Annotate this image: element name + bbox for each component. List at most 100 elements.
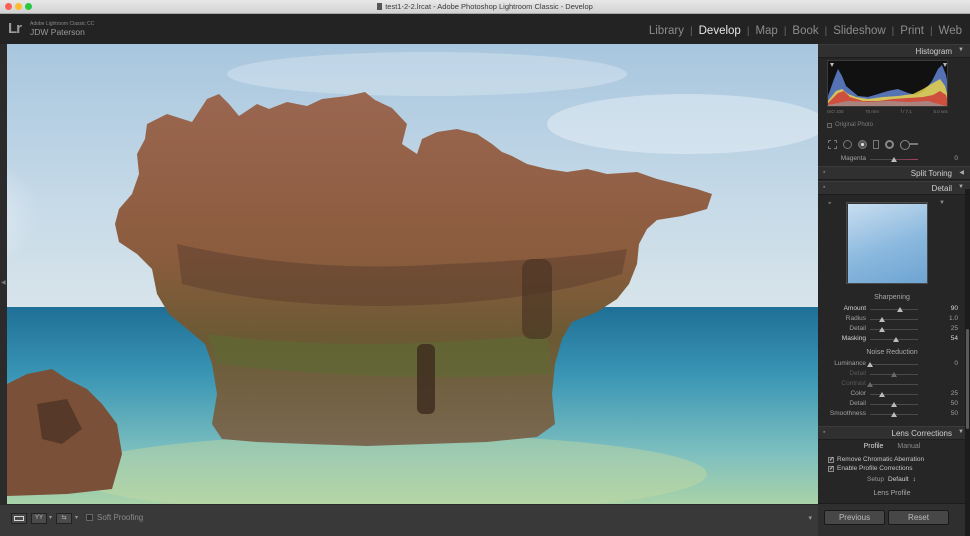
hsl-magenta-track[interactable] (870, 157, 918, 162)
sharpening-value[interactable]: 1.0 (949, 315, 958, 322)
adjustment-brush-tool-icon[interactable] (900, 140, 918, 150)
split-toning-title: Split Toning (910, 169, 952, 178)
reset-button[interactable]: Reset (888, 510, 949, 525)
sharpening-value[interactable]: 25 (951, 325, 958, 332)
collapse-triangle-icon: ▼ (958, 47, 964, 53)
detail-preview-frame[interactable] (846, 202, 928, 284)
right-panel-scrollbar[interactable] (965, 189, 970, 536)
sharpening-slider-track[interactable] (870, 337, 918, 342)
radial-filter-tool-icon[interactable] (885, 139, 894, 149)
histogram-graph[interactable] (827, 60, 948, 107)
module-bar: Lr Adobe Lightroom Classic CC JDW Paters… (0, 14, 970, 44)
sharpening-value[interactable]: 54 (951, 335, 958, 342)
noise_reduction-value[interactable]: 50 (951, 410, 958, 417)
remove-ca-checkbox[interactable]: ✓ (828, 456, 834, 463)
noise_reduction-slider-track[interactable] (870, 412, 918, 417)
detail-target-icon[interactable]: ⌖ (828, 201, 831, 208)
red-eye-tool-icon[interactable] (858, 139, 867, 149)
hsl-magenta-row[interactable]: Magenta 0 (822, 154, 960, 164)
module-web[interactable]: Web (939, 25, 962, 37)
original-photo-checkbox[interactable] (827, 122, 832, 128)
focal-length-value: 70 mm (865, 109, 879, 114)
photo-image (7, 44, 818, 504)
soft-proofing-toggle[interactable]: Soft Proofing (86, 513, 143, 522)
detail-preview-toggle-icon[interactable]: ▼ (939, 200, 945, 206)
noise_reduction-value[interactable]: 0 (954, 360, 958, 367)
lightroom-logo: Lr (8, 20, 22, 37)
noise_reduction-slider-knob[interactable] (867, 362, 873, 367)
before-after-dropdown-icon[interactable]: ▾ (49, 514, 52, 521)
detail-header[interactable]: ▪ Detail ▼ (818, 181, 970, 195)
swap-dropdown-icon[interactable]: ▾ (75, 514, 78, 521)
setup-dropdown-icon[interactable]: ↕ (913, 476, 916, 483)
noise_reduction-slider-knob[interactable] (891, 402, 897, 407)
spot-removal-tool-icon[interactable] (843, 139, 852, 149)
sharpening-slider-track[interactable] (870, 307, 918, 312)
noise_reduction-slider-track[interactable] (867, 382, 918, 387)
setup-select[interactable]: Setup Default ↕ (867, 476, 916, 483)
sharpening-slider-knob[interactable] (879, 327, 885, 332)
toolbar-content-menu-icon[interactable]: ▾ (808, 514, 812, 522)
noise_reduction-slider-knob[interactable] (867, 382, 873, 387)
noise_reduction-row[interactable]: Luminance 0 (822, 359, 960, 369)
sharpening-label: Masking (841, 335, 866, 342)
sharpening-row[interactable]: Masking 54 (822, 334, 960, 344)
noise_reduction-value[interactable]: 25 (951, 390, 958, 397)
window-title: test1-2-2.lrcat - Adobe Photoshop Lightr… (385, 2, 593, 11)
noise_reduction-slider-track[interactable] (870, 402, 918, 407)
split-toning-header[interactable]: ▪ Split Toning ◀ (818, 166, 970, 180)
photo-canvas[interactable] (7, 44, 818, 504)
module-develop[interactable]: Develop (699, 25, 741, 37)
sharpening-slider-track[interactable] (870, 317, 918, 322)
tab-profile[interactable]: Profile (864, 443, 884, 450)
sharpening-row[interactable]: Amount 90 (822, 304, 960, 314)
module-slideshow[interactable]: Slideshow (833, 25, 885, 37)
remove-chromatic-aberration-toggle[interactable]: ✓ Remove Chromatic Aberration (828, 456, 924, 463)
tab-manual[interactable]: Manual (897, 443, 920, 450)
noise_reduction-row[interactable]: Color 25 (822, 389, 960, 399)
noise_reduction-row[interactable]: Detail (822, 369, 960, 379)
lens-corrections-header[interactable]: ▪ Lens Corrections ▼ (818, 426, 970, 440)
sharpening-value[interactable]: 90 (951, 305, 958, 312)
swap-before-after-button[interactable]: ⇆ (56, 513, 72, 524)
detail-title: Detail (931, 184, 952, 193)
swap-icon: ⇆ (61, 515, 67, 521)
sharpening-slider-knob[interactable] (892, 337, 899, 342)
histogram-header[interactable]: Histogram ▼ (818, 44, 970, 58)
loupe-view-button[interactable] (11, 513, 27, 524)
noise_reduction-row[interactable]: Smoothness 50 (822, 409, 960, 419)
sharpening-row[interactable]: Detail 25 (822, 324, 960, 334)
left-panel-collapsed[interactable]: ◀ (0, 44, 7, 504)
sharpening-slider-knob[interactable] (897, 307, 904, 312)
noise_reduction-row[interactable]: Detail 50 (822, 399, 960, 409)
module-print[interactable]: Print (900, 25, 924, 37)
noise_reduction-row[interactable]: Contrast (822, 379, 960, 389)
previous-button[interactable]: Previous (824, 510, 885, 525)
enable-profile-corrections-toggle[interactable]: ✓ Enable Profile Corrections (828, 465, 913, 472)
crop-tool-icon[interactable] (828, 139, 837, 149)
noise_reduction-value[interactable]: 50 (951, 400, 958, 407)
hsl-magenta-knob[interactable] (891, 157, 897, 162)
module-separator: | (929, 26, 933, 37)
soft-proofing-checkbox[interactable] (86, 514, 93, 521)
noise_reduction-slider-knob[interactable] (891, 372, 897, 377)
setup-value[interactable]: Default (888, 476, 909, 483)
graduated-filter-tool-icon[interactable] (873, 139, 879, 149)
sharpening-slider-knob[interactable] (879, 317, 885, 322)
module-library[interactable]: Library (649, 25, 684, 37)
original-photo-toggle[interactable]: Original Photo (827, 122, 873, 128)
noise_reduction-slider-track[interactable] (870, 392, 918, 397)
sharpening-slider-track[interactable] (870, 327, 918, 332)
noise_reduction-slider-knob[interactable] (879, 392, 885, 397)
hsl-magenta-value[interactable]: 0 (954, 155, 958, 162)
scrollbar-thumb[interactable] (966, 329, 969, 429)
noise_reduction-slider-track[interactable] (867, 362, 918, 367)
enable-profile-checkbox[interactable]: ✓ (828, 465, 834, 472)
sharpening-row[interactable]: Radius 1.0 (822, 314, 960, 324)
noise_reduction-slider-knob[interactable] (891, 412, 897, 417)
module-book[interactable]: Book (792, 25, 818, 37)
module-map[interactable]: Map (755, 25, 777, 37)
before-after-view-button[interactable]: YY (31, 513, 47, 524)
noise_reduction-slider-track[interactable] (870, 372, 918, 377)
expand-left-panel-icon[interactable]: ◀ (1, 279, 6, 286)
